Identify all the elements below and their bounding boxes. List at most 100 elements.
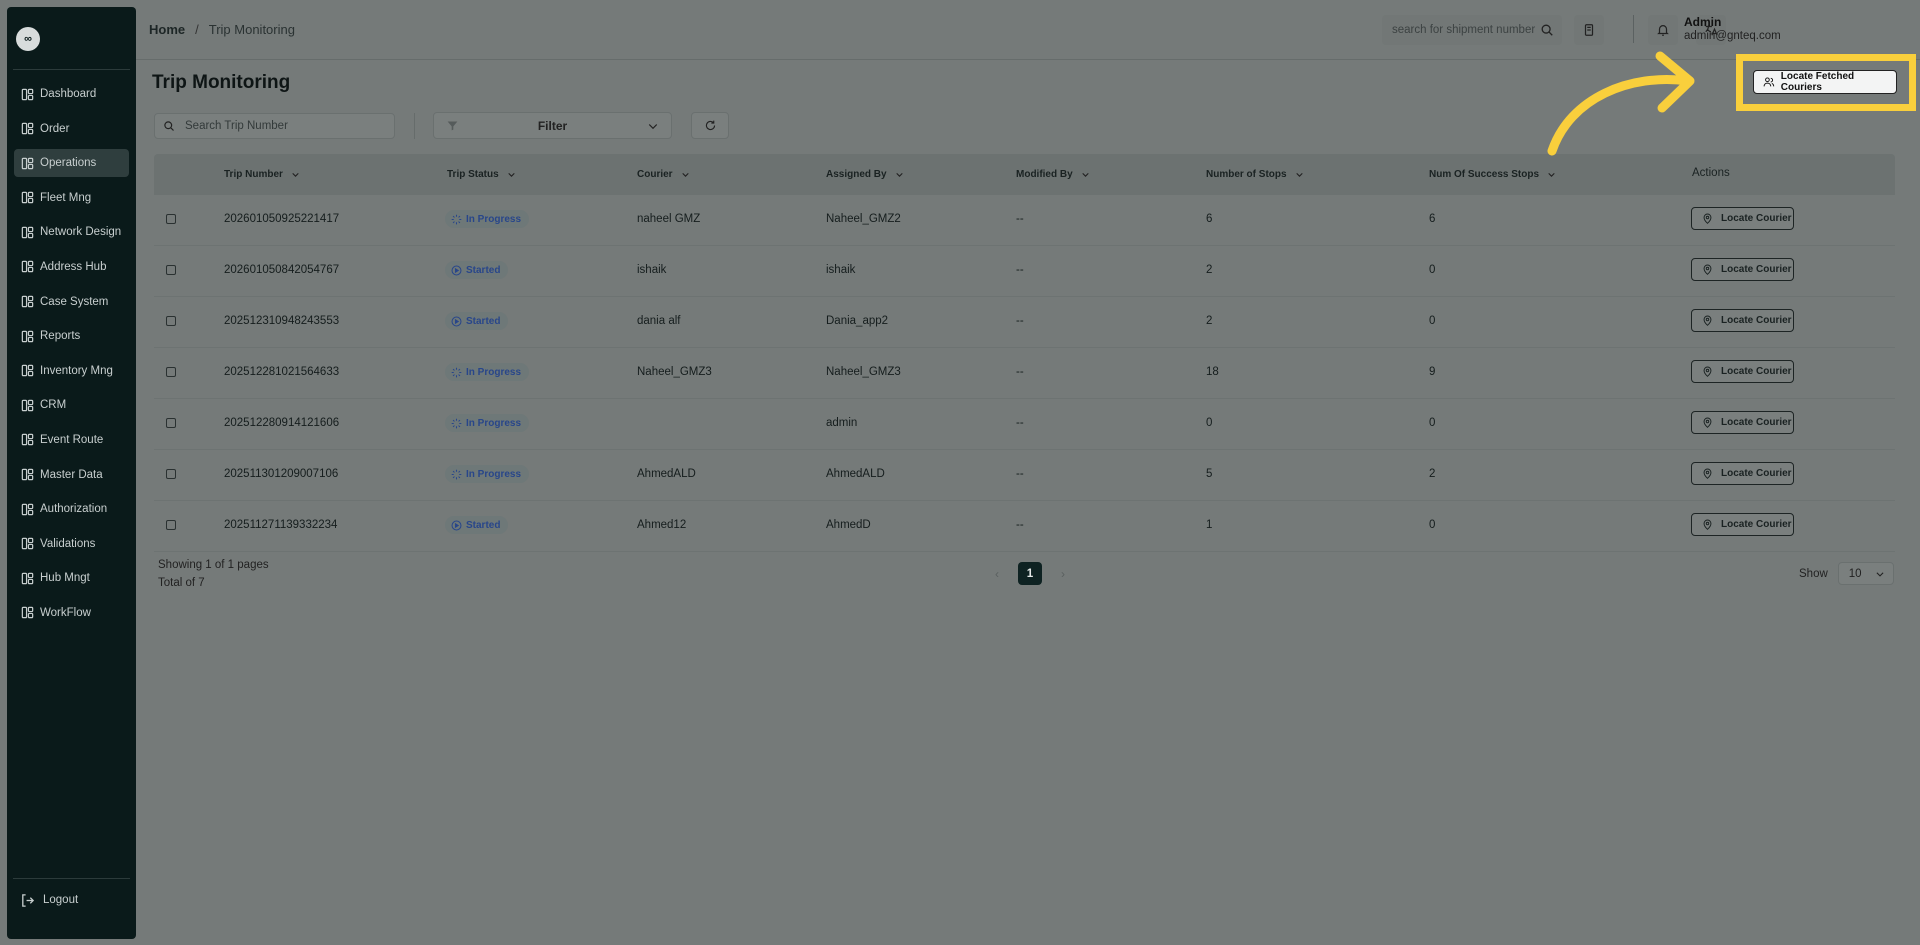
total-info: Total of 7 — [158, 577, 205, 589]
page-size-value: 10 — [1848, 567, 1862, 580]
scanner-button[interactable] — [1574, 15, 1604, 45]
sidebar-item-workflow[interactable]: WorkFlow — [14, 599, 129, 627]
sidebar-item-authorization[interactable]: Authorization — [14, 495, 129, 523]
locate-fetched-couriers-button[interactable]: Locate Fetched Couriers — [1753, 70, 1897, 94]
column-header[interactable]: Trip Number — [224, 169, 300, 180]
row-checkbox[interactable] — [166, 265, 176, 275]
assigned-by: Naheel_GMZ2 — [826, 213, 901, 225]
breadcrumb-separator: / — [195, 22, 199, 37]
search-icon — [164, 121, 174, 131]
column-header[interactable]: Modified By — [1016, 169, 1090, 180]
sidebar-item-label: Master Data — [40, 468, 103, 481]
success-stops: 6 — [1429, 213, 1436, 225]
locate-courier-button[interactable]: Locate Courier — [1691, 513, 1794, 536]
logo-icon[interactable]: ∞ — [16, 27, 40, 51]
row-checkbox[interactable] — [166, 316, 176, 326]
address-icon — [21, 261, 34, 273]
row-checkbox[interactable] — [166, 367, 176, 377]
sidebar-item-case-system[interactable]: Case System — [14, 288, 129, 316]
prev-page-icon[interactable]: ‹ — [990, 567, 1004, 581]
trip-number: 202512310948243553 — [224, 315, 340, 327]
pagination-info: Showing 1 of 1 pages Total of 7 — [158, 556, 269, 592]
operations-icon — [21, 157, 34, 169]
chevron-down-icon — [1295, 172, 1303, 177]
locate-courier-button[interactable]: Locate Courier — [1691, 411, 1794, 434]
reports-icon — [21, 330, 34, 342]
status-badge: In Progress — [445, 465, 530, 483]
column-header[interactable]: Trip Status — [447, 169, 516, 180]
play-circle-icon — [451, 265, 462, 275]
modified-by: -- — [1016, 519, 1024, 531]
next-page-icon[interactable]: › — [1056, 567, 1070, 581]
row-checkbox[interactable] — [166, 520, 176, 530]
row-checkbox[interactable] — [166, 418, 176, 428]
sidebar-item-validations[interactable]: Validations — [14, 530, 129, 558]
database-icon — [21, 468, 34, 481]
courier-name: ishaik — [637, 264, 667, 276]
sidebar-item-master-data[interactable]: Master Data — [14, 461, 129, 489]
location-pin-icon — [1703, 366, 1712, 377]
breadcrumb-home[interactable]: Home — [149, 22, 185, 37]
chevron-down-icon — [681, 172, 689, 177]
locate-courier-label: Locate Courier — [1721, 417, 1792, 428]
user-profile[interactable]: Admin admin@gnteq.com — [1684, 15, 1781, 42]
locate-courier-button[interactable]: Locate Courier — [1691, 258, 1794, 281]
locate-courier-button[interactable]: Locate Courier — [1691, 309, 1794, 332]
sidebar-item-operations[interactable]: Operations — [14, 149, 129, 178]
workflow-icon — [21, 607, 34, 619]
locate-courier-button[interactable]: Locate Courier — [1691, 207, 1794, 230]
column-header[interactable]: Courier — [637, 169, 690, 180]
page-button[interactable]: 1 — [1018, 562, 1042, 585]
shipment-search-input[interactable] — [1392, 24, 1537, 36]
column-header[interactable]: Assigned By — [826, 169, 904, 180]
sidebar-item-hub-mngt[interactable]: Hub Mngt — [14, 564, 129, 592]
column-label: Courier — [637, 169, 673, 180]
search-icon[interactable] — [1540, 23, 1554, 37]
locate-courier-button[interactable]: Locate Courier — [1691, 462, 1794, 485]
logout-label: Logout — [43, 894, 79, 906]
logout-divider — [13, 878, 130, 879]
logout-button[interactable]: Logout — [14, 886, 129, 914]
sidebar-item-fleet-mng[interactable]: Fleet Mng — [14, 184, 129, 212]
row-checkbox[interactable] — [166, 469, 176, 479]
row-checkbox[interactable] — [166, 214, 176, 224]
modified-by: -- — [1016, 315, 1024, 327]
route-icon — [21, 434, 34, 446]
sidebar-item-dashboard[interactable]: Dashboard — [14, 80, 129, 108]
trip-search-input[interactable] — [185, 120, 385, 132]
breadcrumb-current: Trip Monitoring — [208, 22, 295, 37]
trip-number: 202512280914121606 — [224, 417, 340, 429]
number-of-stops: 5 — [1206, 468, 1213, 480]
sidebar-item-reports[interactable]: Reports — [14, 322, 129, 350]
sidebar-item-address-hub[interactable]: Address Hub — [14, 253, 129, 281]
column-header[interactable]: Num Of Success Stops — [1429, 169, 1556, 180]
number-of-stops: 18 — [1206, 366, 1219, 378]
sidebar-item-crm[interactable]: CRM — [14, 391, 129, 419]
chevron-down-icon — [895, 172, 903, 177]
sidebar-item-event-route[interactable]: Event Route — [14, 426, 129, 454]
table-row: 202512281021564633 In Progress Naheel_GMZ3… — [154, 348, 1895, 399]
refresh-button[interactable] — [691, 112, 729, 139]
number-of-stops: 2 — [1206, 264, 1213, 276]
table-row: 202601050925221417 In Progress naheel GMZ N… — [154, 195, 1895, 246]
sidebar-item-network-design[interactable]: Network Design — [14, 218, 129, 246]
sidebar-item-label: Case System — [40, 295, 109, 308]
courier-name: AhmedALD — [637, 468, 696, 480]
locate-courier-button[interactable]: Locate Courier — [1691, 360, 1794, 383]
sidebar-item-inventory-mng[interactable]: Inventory Mng — [14, 357, 129, 385]
validations-icon — [21, 537, 34, 550]
trip-number: 202512281021564633 — [224, 366, 340, 378]
filter-dropdown[interactable]: Filter — [433, 112, 672, 139]
locate-courier-label: Locate Courier — [1721, 213, 1792, 224]
locate-fetched-label: Locate Fetched Couriers — [1780, 71, 1855, 93]
sidebar-item-order[interactable]: Order — [14, 115, 129, 143]
top-header: Home / Trip Monitoring Admin admin@gnteq.c… — [136, 0, 1920, 60]
column-header[interactable]: Number of Stops — [1206, 169, 1304, 180]
order-icon — [21, 122, 34, 135]
chevron-down-icon — [1081, 172, 1089, 177]
courier-name: Naheel_GMZ3 — [637, 366, 712, 378]
notifications-button[interactable] — [1648, 15, 1678, 45]
page-size-select[interactable]: 10 — [1837, 562, 1894, 585]
locate-courier-label: Locate Courier — [1721, 468, 1792, 479]
column-label: Trip Number — [224, 169, 283, 180]
